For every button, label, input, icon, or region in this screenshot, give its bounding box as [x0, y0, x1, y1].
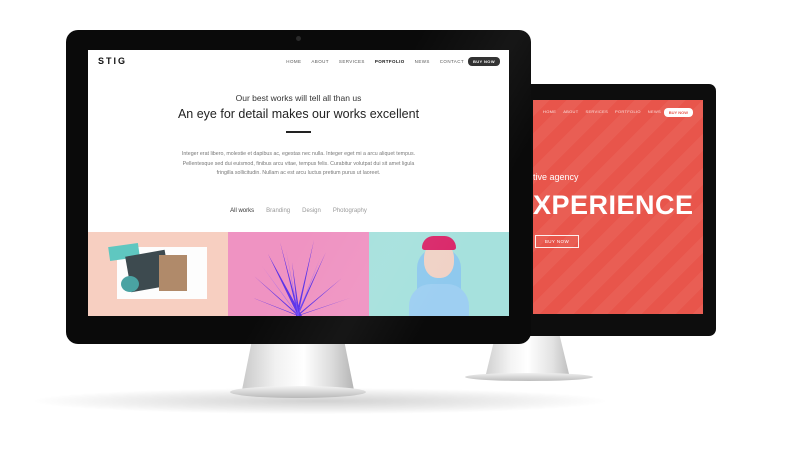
nav-contact[interactable]: CONTACT — [440, 59, 464, 64]
back-headline: XPERIENCE — [533, 190, 694, 220]
nav-services[interactable]: SERVICES — [339, 59, 365, 64]
nav-news[interactable]: NEWS — [415, 59, 430, 64]
back-monitor-screen: HOME ABOUT SERVICES PORTFOLIO NEWS CONTA… — [533, 100, 703, 314]
portfolio-filters: All works Branding Design Photography — [88, 208, 509, 214]
back-nav-services[interactable]: SERVICES — [585, 109, 608, 114]
leaf-icon — [248, 240, 351, 316]
back-monitor-base — [465, 373, 593, 381]
section-kicker: Our best works will tell all than us — [235, 93, 362, 103]
portfolio-tile-portrait[interactable] — [368, 232, 509, 316]
filter-branding[interactable]: Branding — [266, 208, 290, 214]
back-cta-button[interactable]: BUY NOW — [535, 235, 579, 248]
portfolio-tile-plant[interactable] — [228, 232, 369, 316]
portrait-cap — [421, 236, 456, 250]
webcam-dot — [296, 36, 301, 41]
portfolio-tile-collage[interactable] — [88, 232, 229, 316]
back-nav-news[interactable]: NEWS — [648, 109, 661, 114]
front-monitor-stand — [230, 340, 366, 398]
back-nav-about[interactable]: ABOUT — [563, 109, 578, 114]
back-buy-button[interactable]: BUY NOW — [663, 108, 693, 117]
portrait-body — [408, 284, 469, 316]
site-header: STIG HOME ABOUT SERVICES PORTFOLIO NEWS … — [88, 50, 509, 72]
nav-portfolio[interactable]: PORTFOLIO — [375, 59, 405, 64]
section-body: Integer erat libero, molestie et dapibus… — [181, 151, 416, 176]
section-heading: An eye for detail makes our works excell… — [177, 107, 420, 121]
heading-divider — [286, 131, 311, 133]
front-monitor-screen: STIG HOME ABOUT SERVICES PORTFOLIO NEWS … — [88, 50, 509, 316]
collage-shape — [121, 276, 139, 292]
buy-now-button[interactable]: BUY NOW — [467, 57, 500, 66]
filter-design[interactable]: Design — [302, 208, 321, 214]
nav-about[interactable]: ABOUT — [311, 59, 329, 64]
filter-all-works[interactable]: All works — [230, 208, 254, 214]
back-tagline: tive agency — [533, 172, 579, 182]
main-nav: HOME ABOUT SERVICES PORTFOLIO NEWS CONTA… — [286, 50, 464, 72]
portfolio-grid — [88, 232, 509, 316]
filter-photography[interactable]: Photography — [333, 208, 367, 214]
collage-photo-secondary — [159, 255, 187, 291]
nav-home[interactable]: HOME — [286, 59, 301, 64]
back-nav-portfolio[interactable]: PORTFOLIO — [615, 109, 641, 114]
site-logo[interactable]: STIG — [98, 56, 127, 66]
back-nav-home[interactable]: HOME — [543, 109, 556, 114]
